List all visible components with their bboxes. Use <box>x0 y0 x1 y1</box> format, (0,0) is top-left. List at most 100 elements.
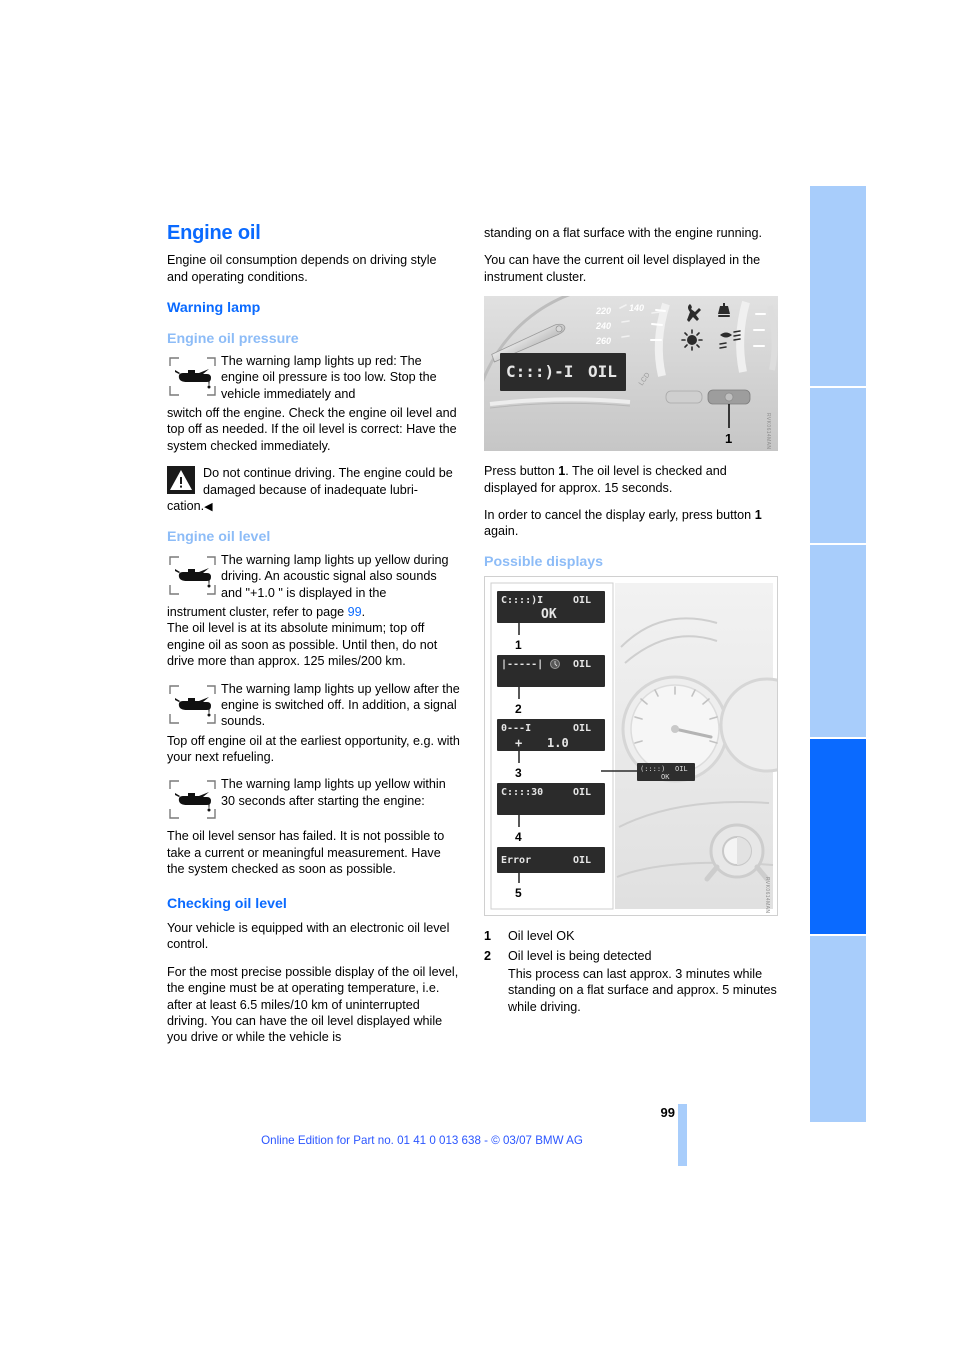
lamp-text-oil-pressure: The warning lamp lights up red: The engi… <box>221 354 437 401</box>
note-endmark: ◀ <box>204 501 213 514</box>
lamp-block-oil-level-driving: The warning lamp lights up yellow during… <box>167 552 461 602</box>
legend-detail: This process can last approx. 3 minutes … <box>508 967 777 1014</box>
list-item: 2 Oil level is being detected This proce… <box>484 948 778 1016</box>
lamp-text-oil-level-sensor-fail: The warning lamp lights up yellow within… <box>221 777 446 808</box>
cancel-display-post: again. <box>484 524 519 539</box>
page-ref-post: . <box>361 604 366 619</box>
svg-text:OK: OK <box>541 607 557 622</box>
svg-text:0---I: 0---I <box>501 723 531 734</box>
heading-warning-lamp: Warning lamp <box>167 300 261 317</box>
svg-text:+: + <box>515 736 522 750</box>
page-ref-link[interactable]: 99 <box>348 605 362 619</box>
svg-text:C:::)-I: C:::)-I <box>506 362 573 381</box>
lamp-block-oil-pressure: The warning lamp lights up red: The engi… <box>167 353 461 403</box>
oil-level-topoff-body: Top off engine oil at the earliest oppor… <box>167 733 460 764</box>
tab-mobility-label: Mobility <box>832 924 844 934</box>
instrument-cluster-figure: 220 140 240 260 C:::)-I OIL 1 LCD RVK061… <box>484 296 778 452</box>
tab-mobility[interactable]: Mobility <box>810 739 866 934</box>
oil-level-page-ref: instrument cluster, refer to page 99. <box>167 604 461 620</box>
svg-text:5: 5 <box>515 886 522 900</box>
svg-text:C::::30: C::::30 <box>501 787 543 798</box>
tab-at-a-glance-label: At a glance <box>832 376 844 386</box>
legend-label: Oil level OK <box>508 929 575 944</box>
display-legend-list: 1 Oil level OK 2 Oil level is being dete… <box>484 928 778 1015</box>
svg-text:OIL: OIL <box>573 855 591 866</box>
oil-can-lamp-icon <box>167 777 219 823</box>
warning-note-oil-pressure: Do not continue driving. The engine coul… <box>167 465 461 515</box>
svg-text:OIL: OIL <box>573 787 591 798</box>
svg-text:240: 240 <box>595 321 611 331</box>
page-title: Engine oil <box>167 222 261 244</box>
svg-text:OIL: OIL <box>573 595 591 606</box>
tab-reference-label: Reference <box>832 1112 844 1122</box>
left-text-column: Engine oil Engine oil consumption depend… <box>167 222 461 1057</box>
page-number: 99 <box>660 1105 675 1120</box>
lamp-block-oil-level-engine-off: The warning lamp lights up yellow after … <box>167 681 461 731</box>
svg-text:OIL: OIL <box>573 723 591 734</box>
checking-oil-level-para-2: For the most precise possible display of… <box>167 964 459 1045</box>
press-button-para: Press button 1. The oil level is checked… <box>484 463 778 496</box>
tab-driving-tips-label: Driving tips <box>832 727 844 737</box>
svg-text:1: 1 <box>515 638 522 652</box>
svg-text:4: 4 <box>515 830 522 844</box>
figure-watermark: RVK0614MAN <box>765 412 771 450</box>
tab-controls-label: Controls <box>832 533 844 543</box>
cancel-display-number: 1 <box>754 508 762 523</box>
svg-text:3: 3 <box>515 766 522 780</box>
lamp-text-oil-level-engine-off: The warning lamp lights up yellow after … <box>221 681 460 729</box>
lamp-block-oil-level-sensor-fail: The warning lamp lights up yellow within… <box>167 776 461 826</box>
warning-note-continuation: cation.◀ <box>167 498 461 515</box>
oil-can-lamp-icon <box>167 553 219 599</box>
right-para-top-1: standing on a flat surface with the engi… <box>484 226 762 240</box>
section-tab-rail: At a glance Controls Driving tips Mobili… <box>810 186 866 1186</box>
svg-text:1.0: 1.0 <box>547 736 569 750</box>
tab-at-a-glance[interactable]: At a glance <box>810 186 866 386</box>
warning-triangle-icon <box>167 466 195 495</box>
cancel-display-pre: In order to cancel the display early, pr… <box>484 508 755 523</box>
right-para-top-2: You can have the current oil level displ… <box>484 253 761 284</box>
svg-text:Error: Error <box>501 855 531 866</box>
list-item: 1 Oil level OK <box>484 928 778 944</box>
intro-paragraph: Engine oil consumption depends on drivin… <box>167 253 437 284</box>
page-footer: 99 <box>167 1105 697 1126</box>
possible-displays-figure: (::::) OIL OK C::::)I OIL OK 1 |-----| O… <box>484 576 778 917</box>
footer-accent-bar <box>678 1104 687 1166</box>
heading-engine-oil-pressure: Engine oil pressure <box>167 330 299 347</box>
heading-possible-displays: Possible displays <box>484 553 604 570</box>
svg-text:140: 140 <box>629 303 644 313</box>
oil-level-sensor-body: The oil level sensor has failed. It is n… <box>167 829 445 877</box>
svg-text:220: 220 <box>595 306 611 316</box>
svg-text:260: 260 <box>595 336 611 346</box>
figure-watermark: RVK0614MAN <box>764 876 770 914</box>
copyright-notice: Online Edition for Part no. 01 41 0 013 … <box>261 1134 583 1147</box>
legend-number: 2 <box>484 948 492 963</box>
svg-text:|-----|: |-----| <box>501 659 543 670</box>
svg-text:2: 2 <box>515 702 522 716</box>
svg-text:(::::): (::::) <box>640 765 665 773</box>
svg-text:OIL: OIL <box>573 659 591 670</box>
svg-text:1: 1 <box>725 431 732 446</box>
tab-controls[interactable]: Controls <box>810 388 866 543</box>
oil-can-lamp-icon <box>167 354 219 400</box>
svg-text:OK: OK <box>661 773 670 781</box>
oil-level-minimum-body: The oil level is at its absolute minimum… <box>167 621 438 669</box>
legend-number: 1 <box>484 929 492 944</box>
page-ref-pre: instrument cluster, refer to page <box>167 604 348 619</box>
heading-engine-oil-level: Engine oil level <box>167 529 271 546</box>
svg-text:OIL: OIL <box>588 362 617 381</box>
warning-note-text: Do not continue driving. The engine coul… <box>203 466 453 497</box>
tab-driving-tips[interactable]: Driving tips <box>810 545 866 737</box>
lamp-text-oil-level-driving: The warning lamp lights up yellow during… <box>221 552 449 600</box>
manual-page: At a glance Controls Driving tips Mobili… <box>0 0 954 1351</box>
press-button-pre: Press button <box>484 464 559 479</box>
cancel-display-para: In order to cancel the display early, pr… <box>484 507 778 540</box>
oil-can-lamp-icon <box>167 682 219 728</box>
warning-note-cont-text: cation. <box>167 499 205 514</box>
heading-checking-oil-level: Checking oil level <box>167 895 287 912</box>
checking-oil-level-para-1: Your vehicle is equipped with an electro… <box>167 920 450 952</box>
oil-pressure-continuation: switch off the engine. Check the engine … <box>167 406 457 453</box>
svg-text:OIL: OIL <box>675 765 688 773</box>
svg-text:C::::)I: C::::)I <box>501 595 543 606</box>
tab-reference[interactable]: Reference <box>810 936 866 1122</box>
right-text-column: standing on a flat surface with the engi… <box>484 225 778 1018</box>
